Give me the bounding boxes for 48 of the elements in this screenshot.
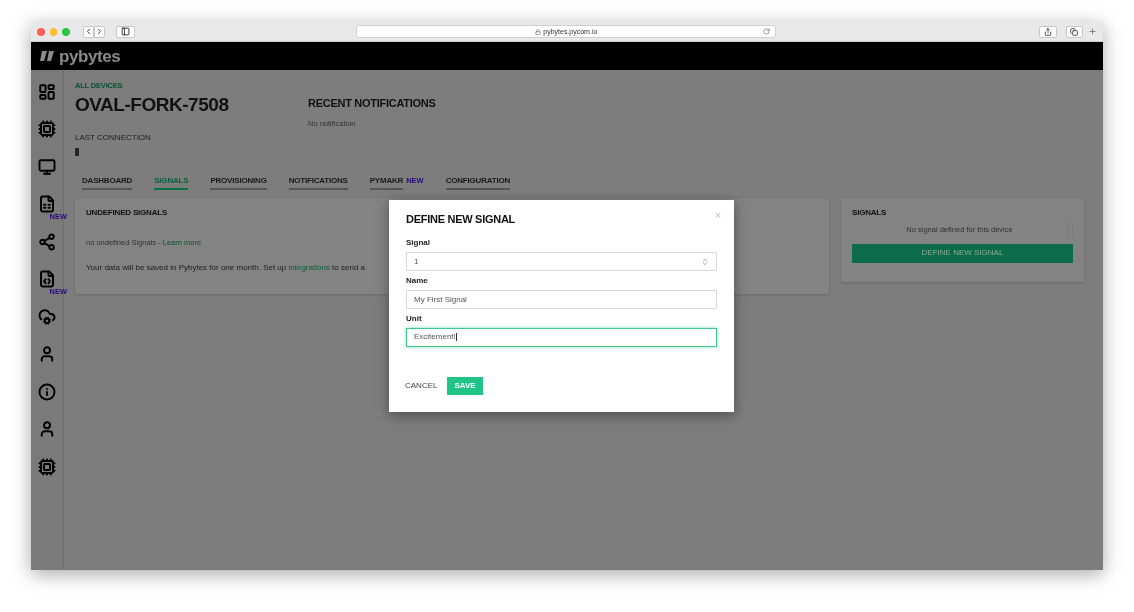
app-logo[interactable]: pybytes (59, 47, 121, 65)
field-value: Excitement! (414, 333, 458, 342)
tab[interactable]: CONFIGURATION (445, 176, 510, 190)
share-button[interactable] (1039, 25, 1057, 38)
device-name: OVAL-FORK-7508 (75, 94, 230, 114)
field-value: My First Signal (414, 295, 468, 304)
new-tab-button[interactable] (1088, 25, 1097, 38)
chip-icon[interactable] (38, 457, 56, 476)
plus-icon (1088, 27, 1097, 36)
input-field[interactable]: Excitement! (406, 328, 717, 347)
tab[interactable]: NOTIFICATIONS (288, 176, 348, 190)
dialog-title: DEFINE NEW SIGNAL (406, 214, 515, 225)
logo-icon (40, 50, 56, 62)
code-file-icon[interactable] (38, 270, 56, 288)
field-label: Signal (406, 239, 431, 247)
input-field[interactable]: My First Signal (406, 290, 717, 309)
tabs-button[interactable] (1065, 25, 1083, 38)
chip-icon[interactable] (38, 120, 56, 138)
share-icon (1043, 27, 1052, 36)
tabs-icon (1070, 27, 1079, 36)
cancel-button[interactable]: CANCEL (404, 377, 439, 395)
field-value: 1 (414, 257, 420, 266)
sidebar-toggle-button[interactable] (116, 25, 136, 38)
recent-notifications-title: RECENT NOTIFICATIONS (308, 98, 436, 109)
cloud-icon[interactable] (38, 307, 56, 326)
user-icon[interactable] (38, 345, 56, 363)
tab[interactable]: PROVISIONING (210, 176, 267, 190)
tab[interactable]: DASHBOARD (82, 176, 133, 190)
define-new-signal-button[interactable]: DEFINE NEW SIGNAL (852, 243, 1073, 263)
network-icon[interactable] (38, 232, 56, 251)
back-button[interactable] (83, 25, 95, 38)
tab[interactable]: PYMAKR (369, 176, 404, 190)
connection-status-icon (75, 147, 79, 156)
field-label: Name (406, 277, 429, 285)
card-title: UNDEFINED SIGNALS (86, 208, 168, 217)
number-field[interactable]: 1 (406, 252, 717, 271)
forward-button[interactable] (94, 25, 106, 38)
field-label: Unit (406, 315, 423, 323)
card-title: SIGNALS (852, 208, 887, 217)
sidebar-icon (121, 27, 131, 36)
lock-icon (535, 28, 542, 35)
user-icon[interactable] (38, 420, 56, 438)
save-button[interactable]: SAVE (447, 377, 483, 395)
monitor-icon[interactable] (38, 157, 56, 176)
last-connection-label: LAST CONNECTION (75, 133, 152, 142)
info-icon[interactable] (38, 382, 56, 401)
data-retention-text: Your data will be saved in Pybytes for one month. Set up integrations to send a (86, 264, 365, 272)
dashboard-icon[interactable] (38, 82, 56, 101)
